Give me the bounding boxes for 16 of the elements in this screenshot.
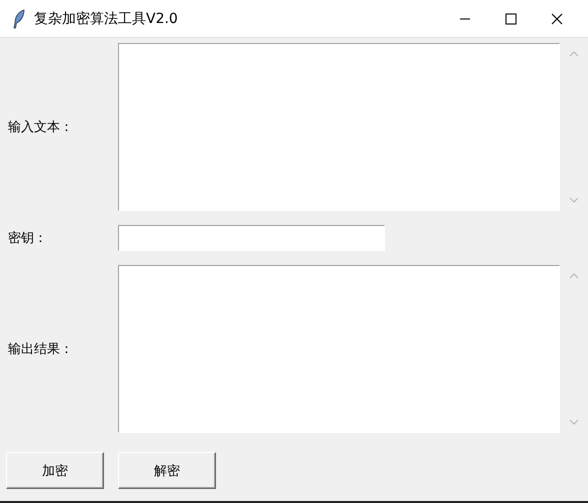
- action-button[interactable]: 加密: [6, 452, 104, 489]
- maximize-icon[interactable]: [505, 12, 517, 24]
- field-label: 输出结果：: [7, 341, 74, 358]
- close-icon[interactable]: [551, 12, 563, 24]
- field-label: 输入文本：: [7, 119, 74, 136]
- action-button[interactable]: 解密: [118, 452, 216, 489]
- key-field[interactable]: [118, 225, 385, 251]
- feather-icon: [12, 8, 26, 28]
- scroll-down-icon[interactable]: [569, 419, 579, 425]
- field-label: 密钥：: [7, 230, 48, 247]
- text-area[interactable]: [118, 43, 560, 211]
- scroll-up-icon[interactable]: [569, 273, 579, 279]
- window-title: 复杂加密算法工具V2.0: [34, 10, 178, 28]
- text-area[interactable]: [118, 265, 560, 433]
- scroll-up-icon[interactable]: [569, 51, 579, 57]
- scroll-down-icon[interactable]: [569, 197, 579, 203]
